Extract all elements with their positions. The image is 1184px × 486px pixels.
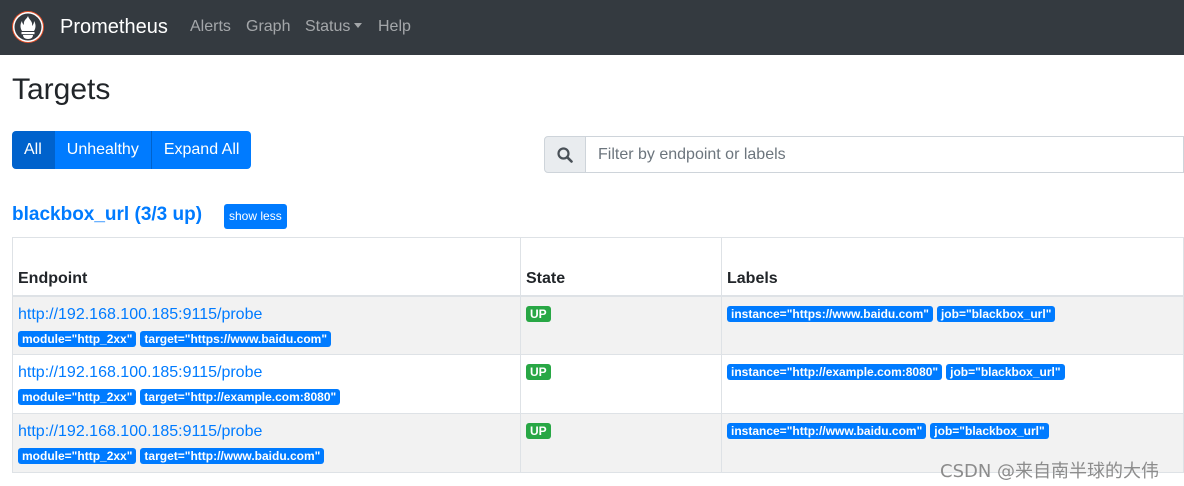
expand-all-button[interactable]: Expand All [150, 131, 252, 169]
search-bar [544, 136, 1184, 173]
label-badge: instance="https://www.baidu.com" [727, 305, 933, 322]
label-badge: job="blackbox_url" [936, 305, 1056, 322]
state-badge: UP [526, 423, 551, 439]
show-less-button[interactable]: show less [224, 204, 287, 229]
endpoint-link[interactable]: http://192.168.100.185:9115/probe [18, 422, 515, 442]
endpoint-link[interactable]: http://192.168.100.185:9115/probe [18, 305, 515, 325]
endpoint-params: module="http_2xx" target="http://www.baid… [18, 447, 515, 465]
job-title-link[interactable]: blackbox_url (3/3 up) [12, 203, 202, 227]
labels-cell: instance="https://www.baidu.com" job="bla… [721, 295, 1184, 355]
state-badge: UP [526, 364, 551, 380]
param-badge: module="http_2xx" [18, 448, 137, 464]
targets-table: Endpoint State Labels http://192.168.100… [12, 237, 1184, 473]
endpoint-params: module="http_2xx" target="https://www.bai… [18, 330, 515, 348]
column-header-labels: Labels [721, 237, 1184, 297]
nav-link-graph[interactable]: Graph [246, 17, 290, 37]
param-badge: target="http://example.com:8080" [140, 389, 341, 405]
state-cell: UP [520, 295, 722, 355]
endpoint-link[interactable]: http://192.168.100.185:9115/probe [18, 363, 515, 383]
label-badge: instance="http://www.baidu.com" [727, 423, 927, 439]
nav-link-alerts[interactable]: Alerts [190, 17, 231, 37]
filter-all-button[interactable]: All [12, 131, 54, 169]
navbar: Prometheus Alerts Graph Status Help [0, 0, 1184, 55]
endpoint-cell: http://192.168.100.185:9115/probe module… [12, 295, 521, 355]
search-addon [544, 136, 586, 173]
table-header-row: Endpoint State Labels [12, 237, 1184, 297]
nav-link-status[interactable]: Status [305, 17, 363, 37]
filter-button-group: All Unhealthy Expand All [12, 131, 252, 169]
table-row: http://192.168.100.185:9115/probe module… [12, 354, 1184, 414]
state-cell: UP [520, 413, 722, 473]
prometheus-logo-icon[interactable] [12, 11, 44, 43]
endpoint-params: module="http_2xx" target="http://example.… [18, 388, 515, 406]
nav-link-status-label: Status [305, 18, 351, 35]
table-row: http://192.168.100.185:9115/probe module… [12, 295, 1184, 355]
search-input[interactable] [586, 136, 1184, 173]
param-badge: target="https://www.baidu.com" [140, 330, 332, 347]
labels-cell: instance="http://example.com:8080" job="b… [721, 354, 1184, 414]
label-badge: instance="http://example.com:8080" [727, 364, 943, 380]
column-header-state: State [520, 237, 722, 297]
search-icon [557, 146, 573, 163]
endpoint-cell: http://192.168.100.185:9115/probe module… [12, 354, 521, 414]
endpoint-cell: http://192.168.100.185:9115/probe module… [12, 413, 521, 473]
label-badge: job="blackbox_url" [946, 364, 1065, 380]
param-badge: target="http://www.baidu.com" [140, 448, 325, 464]
filter-unhealthy-button[interactable]: Unhealthy [53, 131, 151, 169]
param-badge: module="http_2xx" [18, 389, 137, 405]
nav-link-help[interactable]: Help [378, 17, 411, 37]
caret-down-icon [354, 23, 363, 28]
param-badge: module="http_2xx" [18, 330, 137, 347]
state-badge: UP [526, 305, 551, 322]
page-title: Targets [12, 73, 111, 106]
navbar-brand[interactable]: Prometheus [60, 15, 168, 39]
watermark-text: CSDN @来自南半球的大伟 [940, 461, 1160, 482]
column-header-endpoint: Endpoint [12, 237, 521, 297]
state-cell: UP [520, 354, 722, 414]
label-badge: job="blackbox_url" [930, 423, 1049, 439]
